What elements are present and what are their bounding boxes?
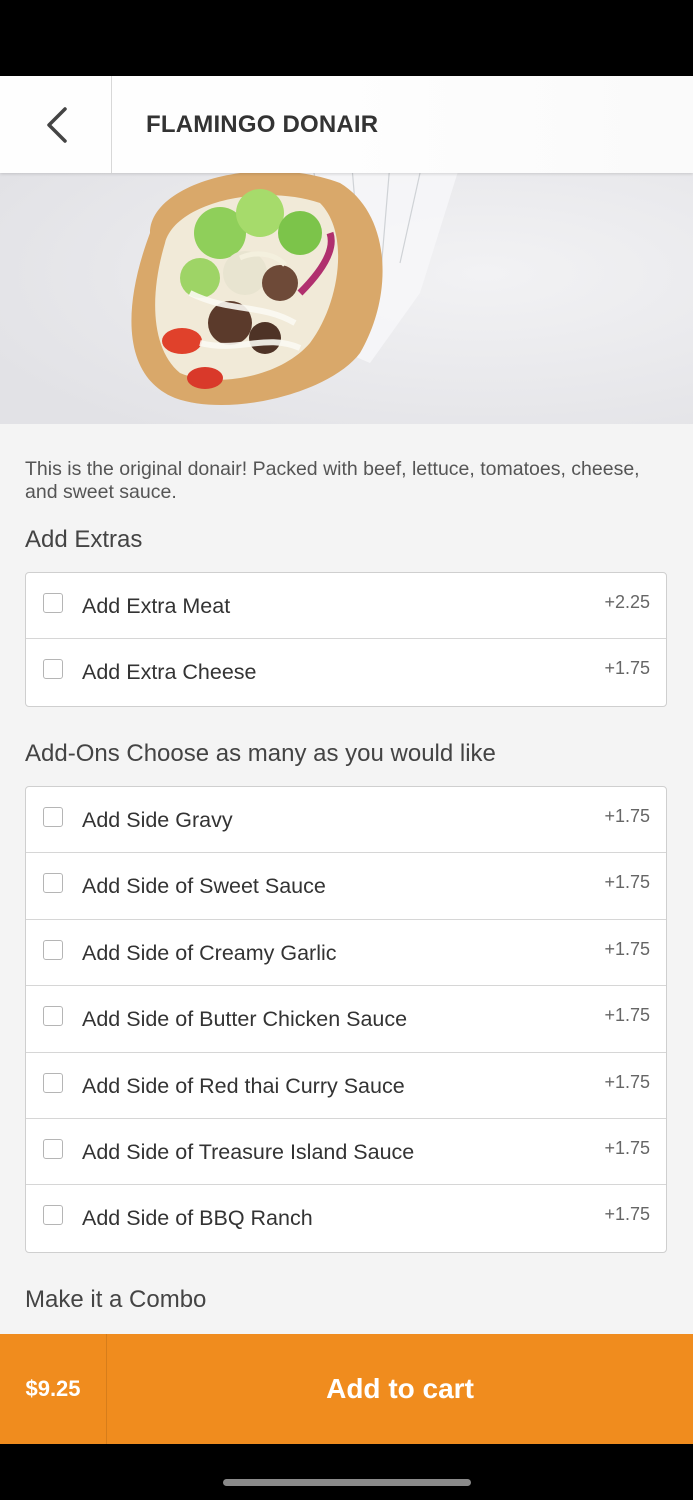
app-header: FLAMINGO DONAIR (0, 76, 693, 173)
option-row[interactable]: Add Side of Treasure Island Sauce +1.75 (26, 1119, 666, 1186)
option-row[interactable]: Add Side of Sweet Sauce +1.75 (26, 853, 666, 920)
home-indicator[interactable] (223, 1479, 471, 1486)
option-row[interactable]: Add Side of Butter Chicken Sauce +1.75 (26, 986, 666, 1053)
option-price: +1.75 (604, 658, 650, 679)
chevron-left-icon (46, 106, 67, 143)
option-label: Add Extra Meat (82, 594, 231, 618)
option-checkbox[interactable] (43, 1072, 63, 1093)
option-checkbox[interactable] (43, 593, 63, 613)
system-nav-bar (0, 1444, 693, 1500)
option-price: +1.75 (604, 1071, 650, 1092)
option-price: +1.75 (604, 1204, 650, 1225)
option-checkbox[interactable] (43, 807, 63, 827)
page-title: FLAMINGO DONAIR (146, 110, 379, 138)
option-row[interactable]: Add Extra Cheese +1.75 (26, 639, 666, 705)
option-checkbox[interactable] (43, 1138, 63, 1159)
option-label: Add Side of Treasure Island Sauce (82, 1139, 415, 1164)
option-checkbox[interactable] (43, 939, 63, 960)
option-label: Add Side of Sweet Sauce (82, 874, 326, 899)
option-label: Add Side of BBQ Ranch (82, 1206, 313, 1231)
item-photo (0, 173, 693, 424)
donair-image (0, 173, 693, 424)
option-price: +1.75 (604, 806, 650, 826)
item-description: This is the original donair! Packed with… (25, 458, 640, 503)
option-price: +1.75 (604, 1005, 650, 1026)
extras-section-title: Add Extras (25, 526, 143, 553)
option-checkbox[interactable] (43, 1205, 63, 1226)
option-price: +1.75 (604, 1137, 650, 1158)
status-bar (0, 0, 693, 76)
option-row[interactable]: Add Side Gravy +1.75 (26, 787, 666, 854)
option-label: Add Side of Red thai Curry Sauce (82, 1073, 405, 1098)
combo-section-title: Make it a Combo (25, 1286, 207, 1313)
option-price: +1.75 (604, 938, 650, 959)
add-to-cart-button[interactable]: Add to cart (107, 1373, 693, 1405)
option-label: Add Side of Creamy Garlic (82, 940, 337, 965)
cart-footer: $9.25 Add to cart (0, 1334, 693, 1444)
option-price: +1.75 (604, 872, 650, 893)
total-price: $9.25 (0, 1334, 107, 1444)
option-label: Add Side of Butter Chicken Sauce (82, 1007, 408, 1032)
option-row[interactable]: Add Side of Creamy Garlic +1.75 (26, 920, 666, 987)
option-row[interactable]: Add Side of Red thai Curry Sauce +1.75 (26, 1053, 666, 1119)
extras-options: Add Extra Meat +2.25 Add Extra Cheese +1.75 (25, 572, 667, 707)
option-row[interactable]: Add Side of BBQ Ranch +1.75 (26, 1185, 666, 1251)
option-row[interactable]: Add Extra Meat +2.25 (26, 573, 666, 640)
option-checkbox[interactable] (43, 1006, 63, 1027)
option-checkbox[interactable] (43, 873, 63, 894)
addons-options: Add Side Gravy +1.75 Add Side of Sweet Sau… (25, 786, 667, 1253)
back-button[interactable] (0, 76, 112, 173)
addons-section-title: Add-Ons Choose as many as you would like (25, 740, 496, 767)
option-price: +2.25 (604, 592, 650, 612)
option-label: Add Extra Cheese (82, 660, 257, 685)
option-checkbox[interactable] (43, 659, 63, 680)
option-label: Add Side Gravy (82, 808, 233, 832)
